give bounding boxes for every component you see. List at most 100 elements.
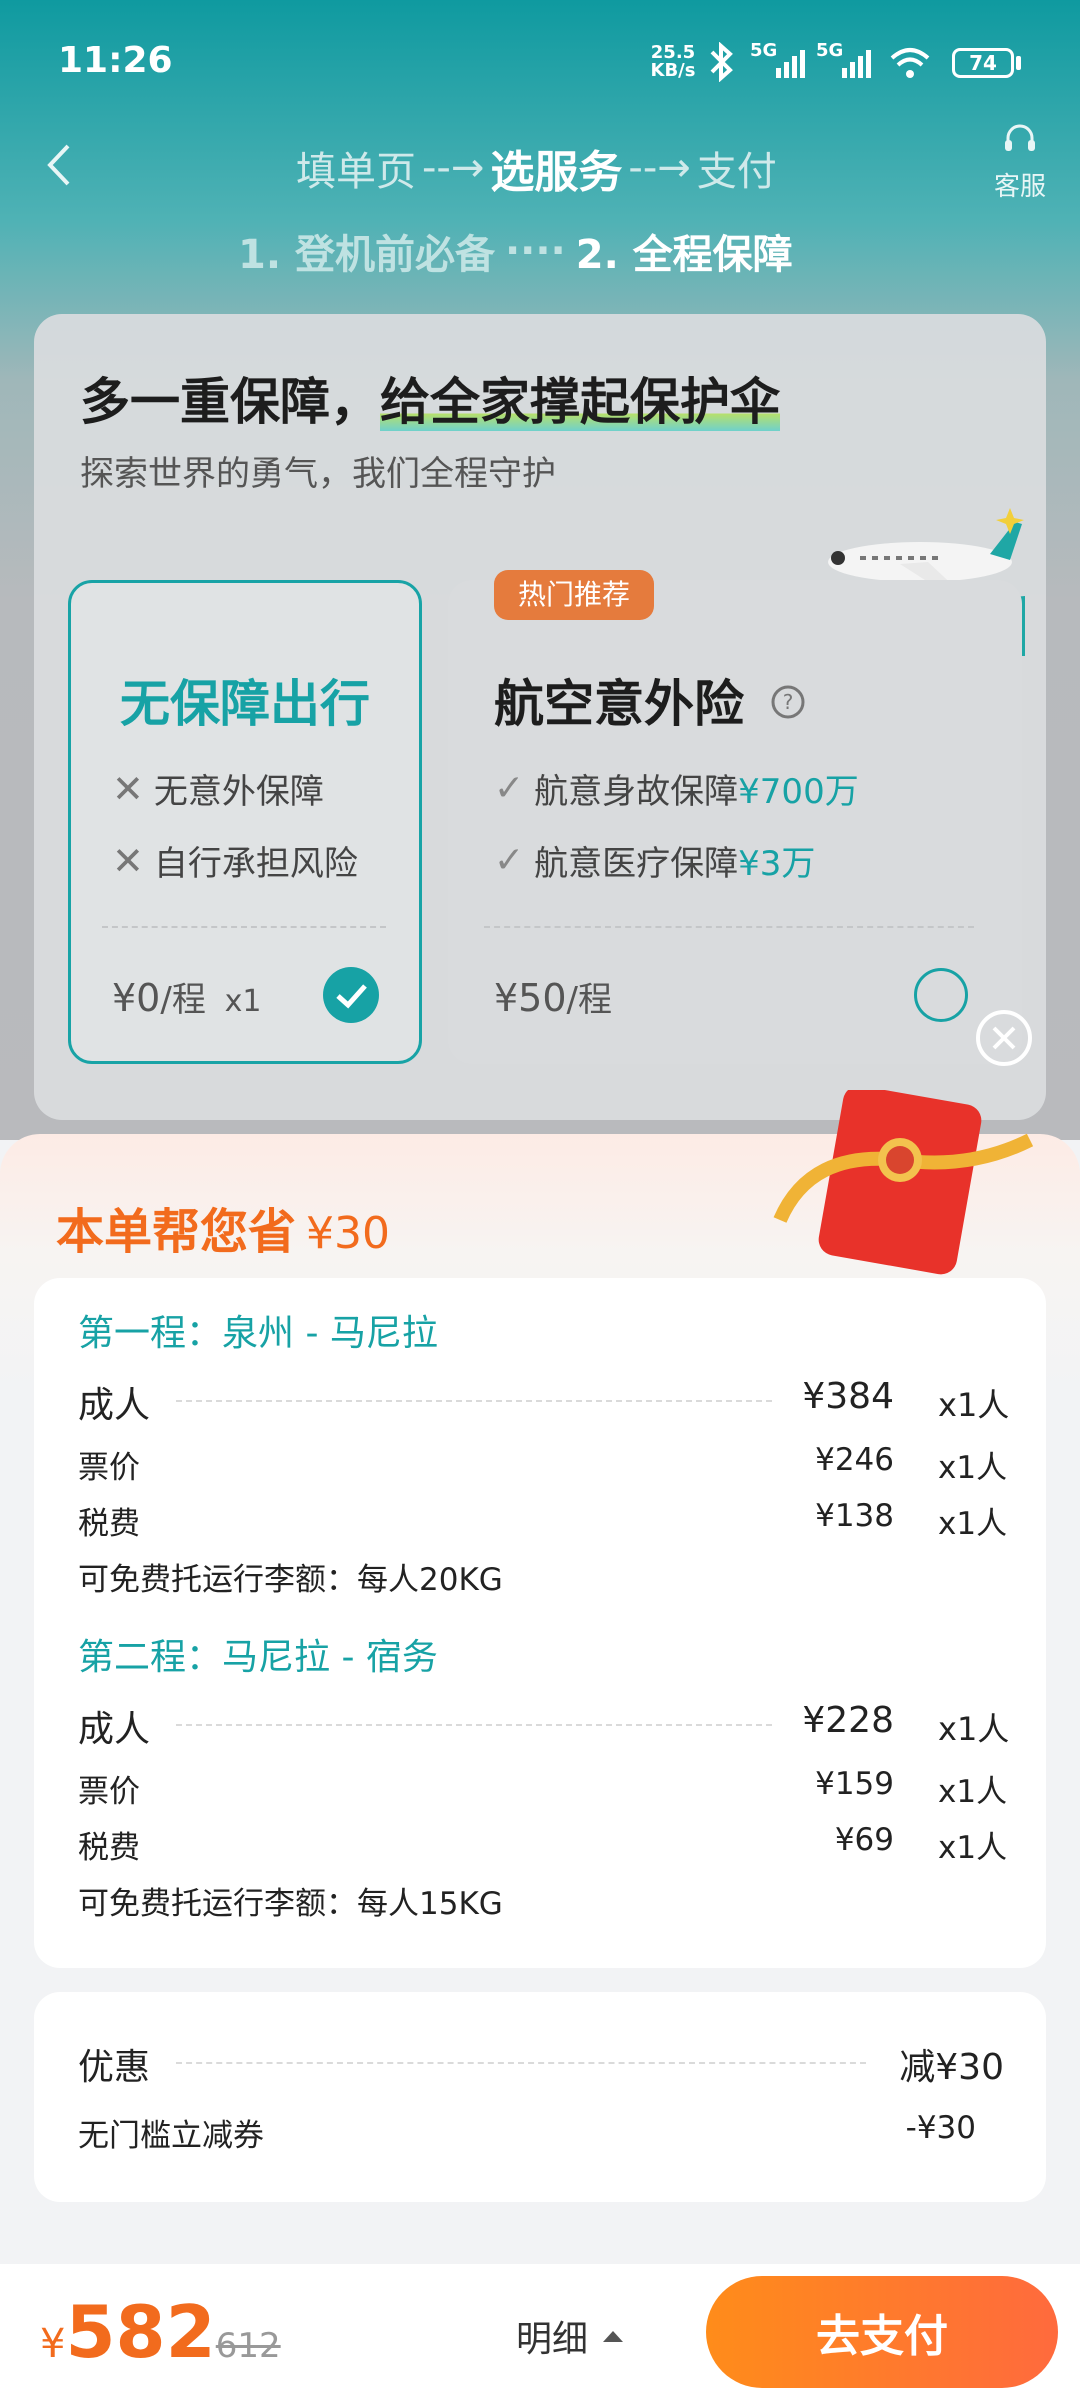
leg2-title: 第二程：马尼拉 - 宿务 — [78, 1637, 438, 1678]
cross-icon: ✕ — [112, 766, 144, 811]
insurance-divider — [484, 926, 974, 928]
leg1-adult-price: ¥384 — [802, 1376, 894, 1417]
discount-label: 优惠 — [78, 2047, 151, 2088]
discount-card — [34, 1992, 1046, 2202]
detail-toggle[interactable]: 明细 — [516, 2310, 626, 2362]
leg2-tax-qty: x1人 — [938, 1830, 1008, 1866]
headset-icon — [1005, 124, 1035, 151]
total-price-value: 582 — [65, 2290, 216, 2374]
itinerary-card — [34, 1278, 1046, 1968]
leg1-fare-qty: x1人 — [938, 1450, 1008, 1486]
selected-check-icon[interactable] — [322, 966, 380, 1024]
savings-label: 本单帮您省 — [56, 1204, 297, 1260]
back-arrow-icon[interactable] — [40, 140, 80, 190]
original-price: 612 — [215, 2326, 281, 2366]
step-fill-form: 填单页 — [296, 149, 416, 195]
insurance-title-part1: 多一重保障， — [80, 373, 380, 431]
no-insurance-price-value: ¥0 — [112, 976, 161, 1020]
pay-button[interactable]: 去支付 — [706, 2276, 1058, 2388]
signal-bars-icon-2 — [842, 50, 871, 78]
insurance-feature-2-amount: ¥3万 — [738, 844, 816, 884]
insurance-price: ¥50/程 — [494, 972, 612, 1021]
substep-preboarding: 1. 登机前必备 — [238, 232, 495, 278]
step-arrow-2: --→ — [628, 145, 691, 191]
svg-text:?: ? — [783, 690, 794, 714]
no-insurance-price-unit: /程 — [160, 980, 206, 1020]
insurance-feature-2: ✓ 航意医疗保障 ¥3万 — [494, 836, 815, 885]
bluetooth-icon — [710, 42, 733, 82]
leg1-tax-qty: x1人 — [938, 1506, 1008, 1542]
insurance-feature-1-amount: ¥700万 — [738, 772, 859, 812]
savings-banner: 本单帮您省 ¥30 — [56, 1192, 390, 1262]
hot-recommend-badge: 热门推荐 — [494, 570, 655, 620]
no-insurance-feature-2-label: 自行承担风险 — [153, 844, 358, 884]
progress-steps: 填单页 --→ 选服务 --→ 支付 — [296, 136, 777, 200]
no-insurance-feature-2: ✕ 自行承担风险 — [112, 836, 358, 885]
leg2-tax-label: 税费 — [78, 1830, 140, 1866]
net-speed-unit: KB/s — [650, 60, 696, 81]
no-insurance-price: ¥0/程 x1 — [112, 972, 261, 1021]
discount-total: 减¥30 — [899, 2047, 1004, 2088]
insurance-title-part2: 给全家撑起保护伞 — [380, 373, 780, 431]
no-insurance-qty: x1 — [224, 984, 262, 1019]
insurance-feature-2-label: 航意医疗保障 — [534, 844, 739, 884]
battery-indicator: 74 — [952, 48, 1014, 78]
substep-dots: ···· — [504, 228, 566, 274]
step-pay: 支付 — [696, 149, 777, 195]
option-flight-insurance-name: 航空意外险 — [494, 675, 744, 733]
status-time: 11:26 — [58, 40, 173, 81]
leg2-adult-dash — [176, 1724, 772, 1726]
currency-symbol: ¥ — [40, 2321, 66, 2367]
leg2-adult-qty: x1人 — [938, 1710, 1010, 1748]
leg1-baggage: 可免费托运行李额：每人20KG — [78, 1562, 503, 1598]
wifi-icon — [890, 48, 930, 78]
leg1-adult-dash — [176, 1400, 772, 1402]
signal-bars-icon — [776, 50, 805, 78]
no-insurance-feature-1-label: 无意外保障 — [153, 772, 324, 812]
insurance-feature-1: ✓ 航意身故保障 ¥700万 — [494, 764, 859, 813]
substep-full-coverage: 2. 全程保障 — [575, 232, 793, 278]
insurance-title: 多一重保障，给全家撑起保护伞 — [80, 362, 780, 434]
leg1-fare-label: 票价 — [78, 1450, 140, 1486]
customer-service-label: 客服 — [993, 172, 1046, 202]
leg2-tax: ¥69 — [834, 1822, 894, 1858]
battery-level: 74 — [969, 51, 997, 75]
pay-button-label: 去支付 — [816, 2311, 948, 2362]
leg2-fare: ¥159 — [815, 1766, 894, 1802]
coupon-label: 无门槛立减券 — [78, 2118, 264, 2154]
leg2-fare-label: 票价 — [78, 1774, 140, 1810]
detail-label: 明细 — [516, 2319, 589, 2360]
check-icon: ✓ — [494, 768, 525, 809]
total-price: ¥ 582 612 — [40, 2290, 281, 2374]
option-no-insurance-name: 无保障出行 — [120, 675, 370, 733]
leg2-adult-label: 成人 — [78, 1709, 151, 1750]
check-icon: ✓ — [494, 840, 525, 881]
savings-amount: ¥30 — [306, 1208, 390, 1259]
no-insurance-feature-1: ✕ 无意外保障 — [112, 764, 324, 813]
sub-progress: 1. 登机前必备 ···· 2. 全程保障 — [238, 222, 793, 280]
leg1-fare: ¥246 — [815, 1442, 894, 1478]
red-envelope-illustration — [773, 1090, 1034, 1275]
no-insurance-divider — [102, 926, 386, 928]
leg1-tax-label: 税费 — [78, 1506, 140, 1542]
caret-up-icon — [603, 2331, 624, 2342]
discount-dash — [176, 2062, 866, 2064]
leg1-adult-label: 成人 — [78, 1385, 151, 1426]
leg1-adult-qty: x1人 — [938, 1386, 1010, 1424]
insurance-subtitle: 探索世界的勇气，我们全程守护 — [80, 454, 556, 494]
insurance-price-unit: /程 — [566, 980, 612, 1020]
coupon-value: -¥30 — [905, 2110, 976, 2146]
cross-icon: ✕ — [112, 838, 144, 883]
insurance-feature-1-label: 航意身故保障 — [534, 772, 739, 812]
leg2-adult-price: ¥228 — [802, 1700, 894, 1741]
leg2-baggage: 可免费托运行李额：每人15KG — [78, 1886, 503, 1922]
unselected-radio[interactable] — [914, 968, 968, 1022]
leg2-fare-qty: x1人 — [938, 1774, 1008, 1810]
battery-tip — [1016, 56, 1021, 70]
leg1-title: 第一程：泉州 - 马尼拉 — [78, 1313, 438, 1354]
customer-service-button[interactable]: 客服 — [990, 120, 1050, 203]
insurance-price-value: ¥50 — [494, 976, 567, 1020]
net-speed: 25.5 KB/s — [646, 44, 700, 80]
close-icon[interactable] — [974, 1008, 1034, 1068]
help-icon[interactable]: ? — [770, 684, 806, 720]
